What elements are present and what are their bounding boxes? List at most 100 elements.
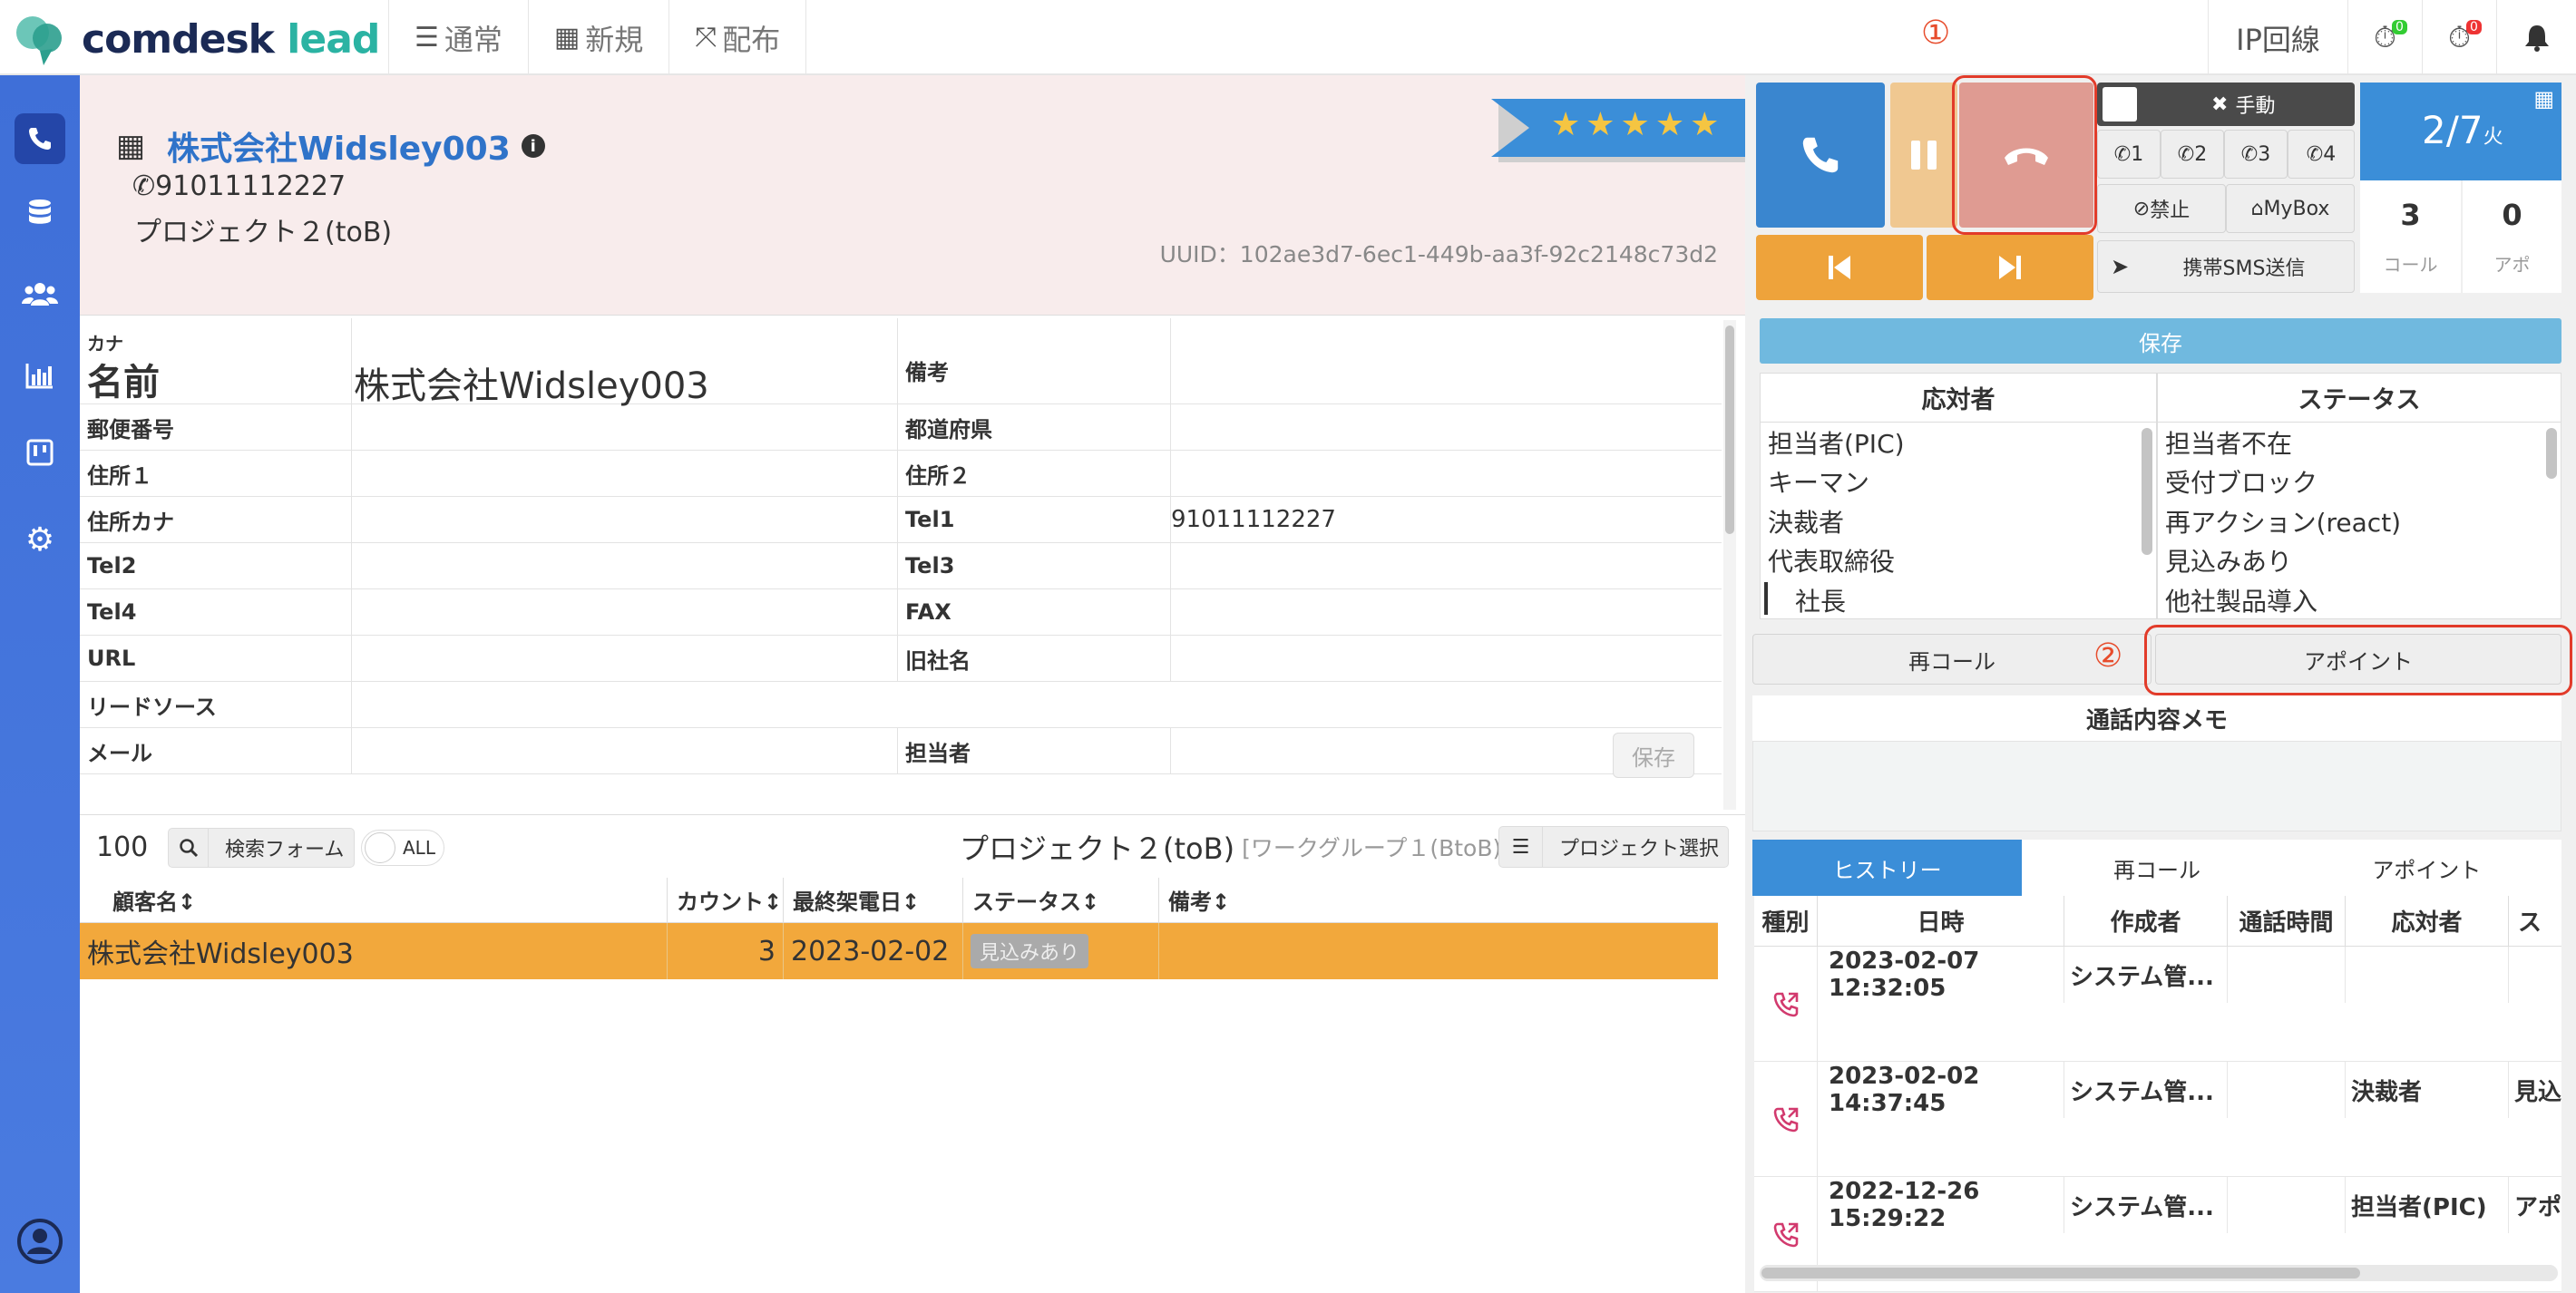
sidebar-account[interactable] [0,1209,80,1281]
hold-button[interactable] [1890,83,1957,228]
line-4-button[interactable]: ✆ 4 [2288,130,2355,179]
field-value[interactable] [352,589,898,635]
all-toggle-label: ALL [403,837,435,859]
table-row[interactable]: 株式会社Widsley003 3 2023-02-02 見込みあり [80,923,1718,979]
field-value[interactable]: 91011112227 [1171,497,1722,542]
nav-normal[interactable]: ☰ 通常 [388,0,528,75]
nav-new[interactable]: ▦ 新規 [527,0,668,75]
field-value[interactable] [352,451,898,496]
prev-button[interactable] [1756,235,1923,300]
line-2-button[interactable]: ✆ 2 [2161,130,2224,179]
hist-col-status: ス [2518,909,2542,937]
alarm-icon[interactable]: ⏱ 0 [2422,0,2496,75]
responder-option[interactable]: キーマン [1761,462,2156,502]
memo-label-cell: 備考 [898,318,1171,403]
nav-distribute[interactable]: ⤧ 配布 [668,0,807,75]
form-save-button[interactable]: 保存 [1613,733,1694,778]
mybox-button[interactable]: ⌂ MyBox [2226,184,2355,233]
bell-icon[interactable] [2496,0,2576,75]
status-scroll-thumb[interactable] [2546,428,2557,479]
recall-button[interactable]: 再コール [1752,634,2152,685]
top-bar: comdesk lead ☰ 通常 ▦ 新規 ⤧ 配布 ① IP回線 ⏱ 0 ⏱ 0 [0,0,2576,75]
timer-icon[interactable]: ⏱ 0 [2347,0,2422,75]
annotation-outline-2 [2144,625,2572,695]
sidebar-settings[interactable]: ⚙ [0,503,80,576]
form-row: URL 旧社名 [80,636,1722,682]
col-customer-name[interactable]: 顧客名↕ [80,878,668,922]
field-value[interactable] [352,404,898,450]
info-icon[interactable]: i [521,134,545,158]
apo-count: 0 [2502,197,2522,232]
field-value[interactable] [1171,404,1722,450]
project-select-button[interactable]: ☰ プロジェクト選択 [1498,826,1729,868]
sidebar-reports[interactable] [0,343,80,415]
responder-option[interactable]: 決裁者 [1761,501,2156,541]
manual-toggle[interactable]: ✖ 手動 [2097,83,2355,126]
search-form-button[interactable]: 検索フォーム [168,828,355,868]
manual-checkbox[interactable] [2103,87,2137,122]
col-count[interactable]: カウント↕ [668,878,784,922]
next-button[interactable] [1927,235,2093,300]
history-hscrollbar[interactable] [1760,1265,2558,1281]
field-value[interactable] [1171,589,1722,635]
status-option[interactable]: 見込みあり [2158,541,2561,581]
field-label: メール [80,728,352,773]
status-option[interactable]: 受付ブロック [2158,462,2561,502]
brand-accent: lead [287,15,380,63]
field-value[interactable] [1171,636,1722,681]
line-3-button[interactable]: ✆ 3 [2224,130,2288,179]
bar-chart-icon [25,361,54,397]
rating-ribbon[interactable]: ★★★★★ [1491,95,1745,164]
responder-option[interactable]: 社長 [1761,580,2156,620]
status-option[interactable]: 再アクション(react) [2158,501,2561,541]
company-name[interactable]: 株式会社Widsley003 [167,122,511,170]
history-row[interactable]: 2023-02-07 12:32:05 システム管... [1754,947,2561,1062]
call-memo-textarea[interactable] [1752,741,2561,831]
status-option[interactable]: 他社製品導入 [2158,580,2561,620]
forbid-button[interactable]: ⊘ 禁止 [2097,184,2226,233]
sidebar-board[interactable] [0,420,80,492]
memo-field[interactable] [1171,318,1722,403]
responder-option[interactable]: 担当者(PIC) [1761,423,2156,462]
col-memo[interactable]: 備考↕ [1159,878,1718,922]
field-label: 郵便番号 [80,404,352,450]
history-scroll-thumb[interactable] [1761,1268,2360,1278]
customer-header: ▦ 株式会社Widsley003 i ✆91011112227 プロジェクト２(… [80,75,1745,316]
name-field[interactable]: 株式会社Widsley003 [352,318,898,407]
field-value[interactable] [352,636,898,681]
sidebar-users[interactable] [0,261,80,334]
user-circle-icon [16,1218,63,1273]
line-1-button[interactable]: ✆ 1 [2097,130,2161,179]
field-value[interactable] [1171,451,1722,496]
form-scroll-thumb[interactable] [1725,326,1734,534]
field-value[interactable] [352,543,898,588]
tab-history[interactable]: ヒストリー [1752,840,2023,896]
all-toggle[interactable]: ALL [361,830,444,866]
field-value[interactable] [1171,543,1722,588]
field-value[interactable] [352,728,898,773]
col-last-call[interactable]: 最終架電日↕ [784,878,963,922]
history-row[interactable]: 2023-02-02 14:37:45 システム管... 決裁者 見込 [1754,1062,2561,1177]
calendar-icon[interactable]: ▦ [2533,86,2554,112]
call-button[interactable] [1756,83,1885,228]
field-value[interactable] [352,497,898,542]
sidebar-database[interactable] [0,180,80,252]
tab-appoint[interactable]: アポイント [2292,840,2561,896]
form-scrollbar[interactable] [1723,320,1736,810]
customer-form: カナ 名前 株式会社Widsley003 備考 郵便番号 都道府県 住所１ 住所２ 住所… [80,318,1722,812]
ban-icon: ⊘ [2132,197,2151,220]
status-option[interactable]: 担当者不在 [2158,423,2561,462]
status-panel: ステータス 担当者不在 受付ブロック 再アクション(react) 見込みあり 他社製品導… [2157,373,2561,619]
sidebar-phone[interactable] [0,102,80,175]
sms-button[interactable]: ➤ 携帯SMS送信 [2097,240,2355,293]
field-value[interactable] [352,682,1722,727]
responder-scroll-thumb[interactable] [2142,428,2152,555]
responder-option[interactable]: 代表取締役 [1761,541,2156,581]
logo[interactable]: comdesk lead [13,11,380,67]
save-button[interactable]: 保存 [1760,318,2561,364]
tab-recall[interactable]: 再コール [2022,840,2291,896]
ip-line-label[interactable]: IP回線 [2208,0,2347,75]
col-status[interactable]: ステータス↕ [963,878,1159,922]
page-size[interactable]: 100 [96,815,148,879]
line-4-label: 4 [2323,142,2337,166]
